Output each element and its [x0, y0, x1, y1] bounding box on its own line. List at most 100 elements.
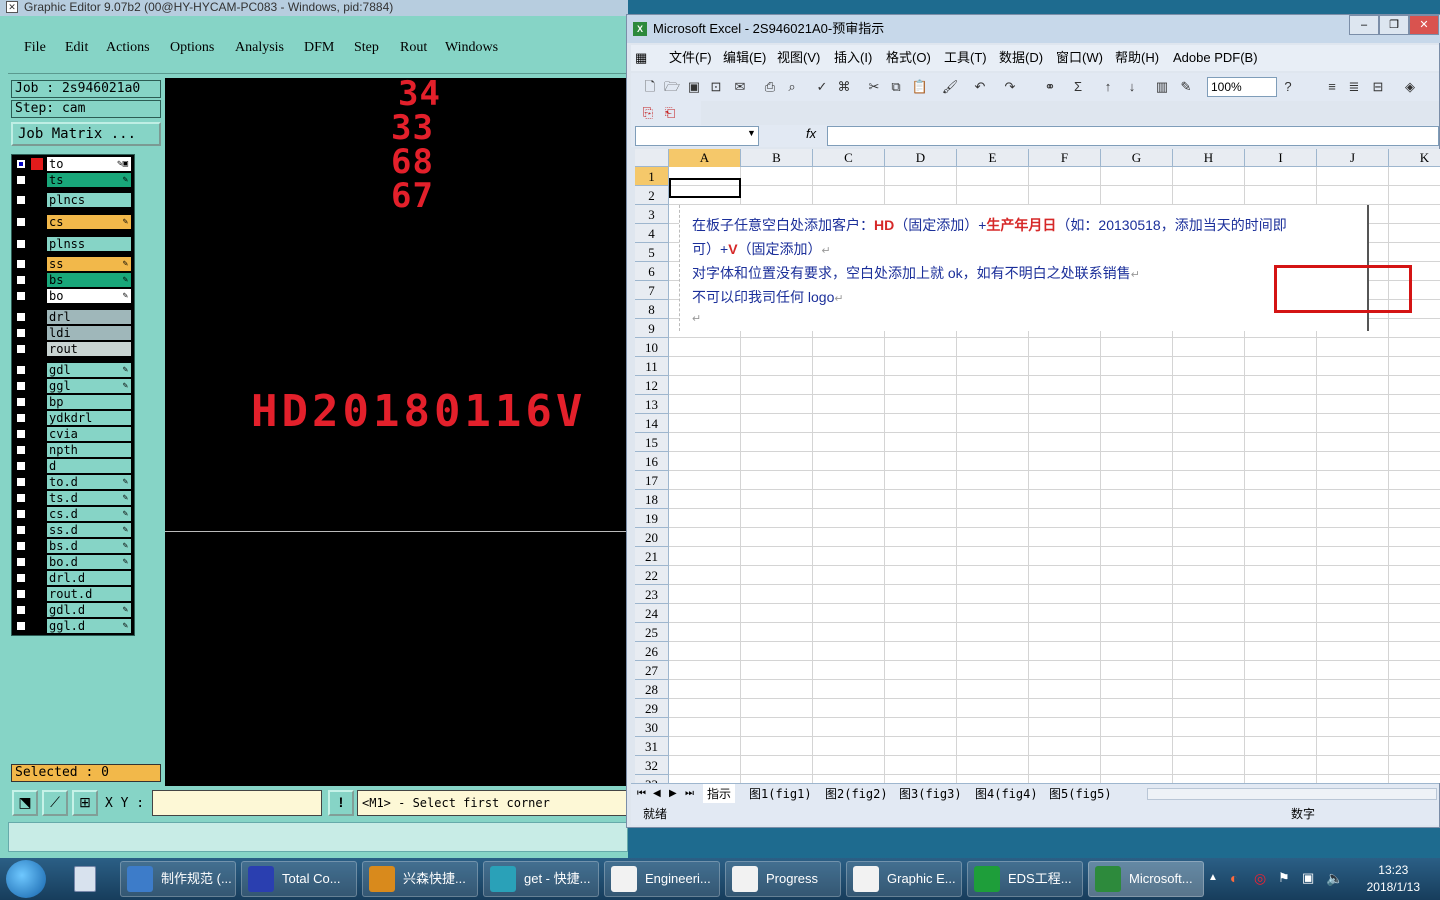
menu-tools[interactable]: 工具(T) — [944, 45, 987, 71]
layer-name[interactable]: to.d ✎ — [47, 475, 131, 489]
row-header[interactable]: 16 — [635, 452, 669, 471]
menu-format[interactable]: 格式(O) — [886, 45, 931, 71]
layer-checkbox[interactable] — [16, 259, 26, 269]
menu-actions[interactable]: Actions — [106, 40, 150, 56]
layer-name[interactable]: cvia — [47, 427, 131, 441]
active-cell[interactable] — [669, 178, 741, 198]
layer-name[interactable]: npth — [47, 443, 131, 457]
pdf-email-icon[interactable]: ⎗ — [661, 104, 679, 122]
row-header[interactable]: 17 — [635, 471, 669, 490]
layer-color-swatch[interactable] — [31, 620, 43, 632]
layer-name[interactable]: drl.d — [47, 571, 131, 585]
row-header[interactable]: 30 — [635, 718, 669, 737]
layer-name[interactable]: bo.d ✎ — [47, 555, 131, 569]
name-box-dropdown-icon[interactable]: ▼ — [747, 128, 756, 138]
layer-color-swatch[interactable] — [31, 412, 43, 424]
row-header[interactable]: 4 — [635, 224, 669, 243]
print-preview-icon[interactable]: ⌕ — [783, 78, 801, 96]
menu-file[interactable]: 文件(F) — [669, 45, 712, 71]
row-header[interactable]: 18 — [635, 490, 669, 509]
layer-name[interactable]: ss.d ✎ — [47, 523, 131, 537]
sheet-icon[interactable]: ▦ — [635, 45, 647, 71]
instruction-textbox[interactable]: 在板子任意空白处添加客户：HD（固定添加）+生产年月日（如：20130518，添… — [679, 205, 1412, 331]
layer-color-swatch[interactable] — [31, 444, 43, 456]
horizontal-scrollbar[interactable] — [1147, 788, 1437, 800]
layer-row-plnss[interactable]: plnss — [12, 237, 136, 251]
graphic-editor-titlebar[interactable]: ✕ Graphic Editor 9.07b2 (00@HY-HYCAM-PC0… — [0, 0, 628, 16]
calculator-icon[interactable] — [66, 862, 106, 896]
taskbar-button[interactable]: Engineeri... — [604, 861, 720, 897]
maximize-button[interactable]: ❐ — [1379, 15, 1409, 35]
autosum-icon[interactable]: Σ — [1069, 78, 1087, 96]
layer-row-cs[interactable]: cs ✎ — [12, 215, 136, 229]
email-icon[interactable]: ✉ — [731, 78, 749, 96]
menu-insert[interactable]: 插入(I) — [834, 45, 872, 71]
new-icon[interactable]: 🗋 — [641, 78, 659, 96]
align-center-icon[interactable]: ≣ — [1345, 78, 1363, 96]
fx-icon[interactable]: fx — [806, 126, 816, 141]
layer-checkbox[interactable] — [16, 217, 26, 227]
layer-name[interactable]: ldi — [47, 326, 131, 340]
layer-checkbox[interactable] — [16, 573, 26, 583]
measure-icon[interactable]: ⟋ — [42, 790, 68, 816]
warning-button[interactable]: ! — [328, 790, 354, 816]
close-button[interactable]: ✕ — [1409, 15, 1439, 35]
layer-row-gdl[interactable]: gdl ✎ — [12, 363, 136, 377]
row-header[interactable]: 6 — [635, 262, 669, 281]
formula-input[interactable] — [827, 126, 1439, 146]
format-painter-icon[interactable]: 🖌 — [941, 78, 959, 96]
menu-help[interactable]: 帮助(H) — [1115, 45, 1159, 71]
layer-color-swatch[interactable] — [31, 556, 43, 568]
row-header[interactable]: 28 — [635, 680, 669, 699]
layer-name[interactable]: ts ✎ — [47, 173, 131, 187]
sheet-tab[interactable]: 图2(fig2) — [821, 784, 892, 804]
layer-color-swatch[interactable] — [31, 158, 43, 170]
layer-row-bo[interactable]: bo ✎ — [12, 289, 136, 303]
menu-view[interactable]: 视图(V) — [777, 45, 820, 71]
layer-row-npth[interactable]: npth — [12, 443, 136, 457]
taskbar-button[interactable]: EDS工程... — [967, 861, 1083, 897]
layer-name[interactable]: rout.d — [47, 587, 131, 601]
pdf-convert-icon[interactable]: ⎘ — [639, 104, 657, 122]
row-header[interactable]: 8 — [635, 300, 669, 319]
layer-color-swatch[interactable] — [31, 290, 43, 302]
row-header[interactable]: 12 — [635, 376, 669, 395]
row-header[interactable]: 7 — [635, 281, 669, 300]
layer-checkbox[interactable] — [16, 589, 26, 599]
research-icon[interactable]: ⌘ — [835, 78, 853, 96]
layer-checkbox[interactable] — [16, 328, 26, 338]
zoom-select[interactable]: 100% — [1207, 77, 1277, 97]
row-header[interactable]: 22 — [635, 566, 669, 585]
layer-color-swatch[interactable] — [31, 216, 43, 228]
sort-ascending-icon[interactable]: ↑ — [1099, 78, 1117, 96]
layer-row-rout[interactable]: rout — [12, 342, 136, 356]
layer-checkbox[interactable] — [16, 365, 26, 375]
taskbar-button[interactable]: 制作规范 (... — [120, 861, 236, 897]
column-header[interactable]: I — [1245, 149, 1317, 167]
sheet-tab[interactable]: 图4(fig4) — [971, 784, 1042, 804]
row-header[interactable]: 26 — [635, 642, 669, 661]
layer-checkbox[interactable] — [16, 275, 26, 285]
drawing-icon[interactable]: ✎ — [1177, 78, 1195, 96]
layer-name[interactable]: plnss — [47, 237, 131, 251]
layer-name[interactable]: cs ✎ — [47, 215, 131, 229]
layer-checkbox[interactable] — [16, 344, 26, 354]
tab-scroll-first-icon[interactable]: ⏮ — [637, 784, 646, 804]
layer-color-swatch[interactable] — [31, 572, 43, 584]
cut-icon[interactable]: ✂ — [865, 78, 883, 96]
layer-checkbox[interactable] — [16, 397, 26, 407]
menu-analysis[interactable]: Analysis — [235, 40, 284, 56]
sheet-tab[interactable]: 图5(fig5) — [1045, 784, 1116, 804]
name-box[interactable] — [635, 126, 759, 146]
layer-row-gdl-d[interactable]: gdl.d ✎ — [12, 603, 136, 617]
tab-scroll-last-icon[interactable]: ⏭ — [685, 784, 694, 804]
column-header[interactable]: A — [669, 149, 741, 167]
layer-name[interactable]: to ✎▣ — [47, 157, 131, 171]
excel-titlebar[interactable]: X Microsoft Excel - 2S946021A0-预审指示 – ❐ … — [627, 15, 1440, 43]
layer-row-ydkdrl[interactable]: ydkdrl — [12, 411, 136, 425]
layer-color-swatch[interactable] — [31, 428, 43, 440]
layer-row-d[interactable]: d — [12, 459, 136, 473]
tray-app-icon[interactable]: ◐ — [1230, 870, 1238, 886]
help-icon[interactable]: ? — [1279, 78, 1297, 96]
layer-color-swatch[interactable] — [31, 174, 43, 186]
